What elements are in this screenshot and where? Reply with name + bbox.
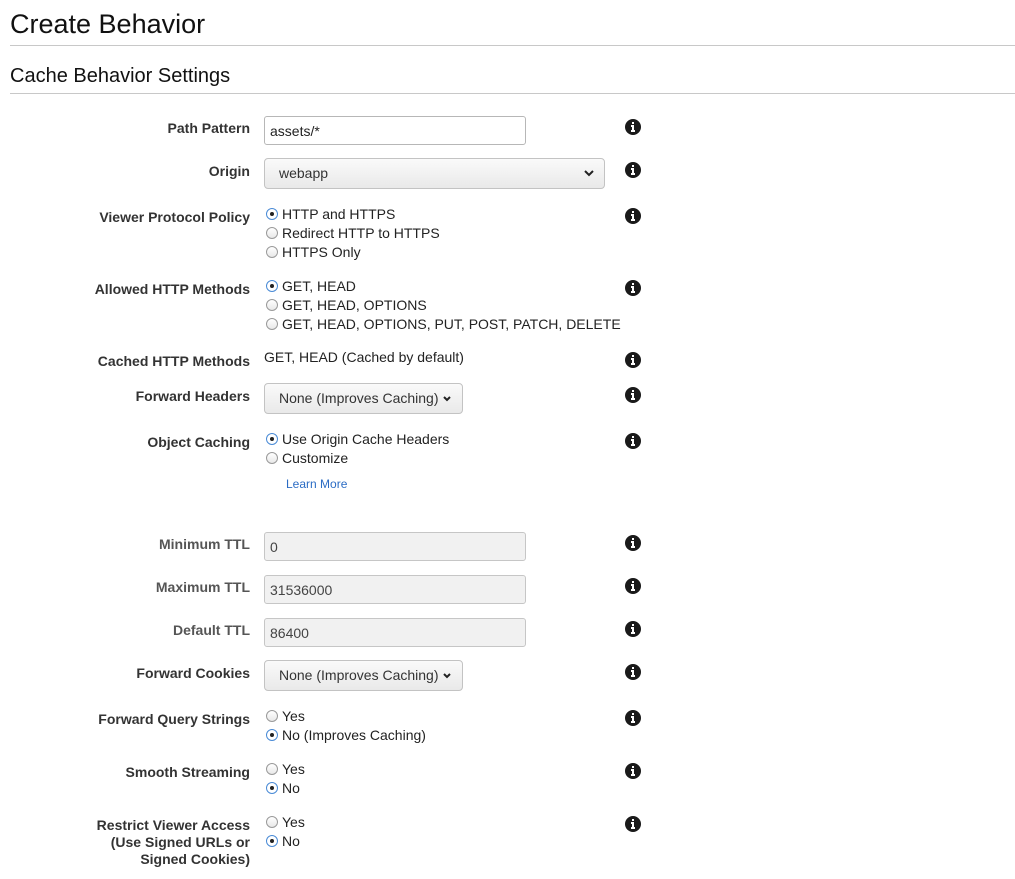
- info-icon[interactable]: [625, 280, 641, 296]
- radio-button[interactable]: [266, 227, 278, 239]
- default-ttl-label: Default TTL: [173, 622, 250, 638]
- smooth-streaming-group: Yes No: [266, 760, 305, 798]
- allowed-http-methods-group: GET, HEAD GET, HEAD, OPTIONS GET, HEAD, …: [266, 277, 621, 334]
- chevron-down-icon: [443, 396, 451, 402]
- viewer-protocol-policy-label: Viewer Protocol Policy: [99, 209, 250, 225]
- path-pattern-input[interactable]: assets/*: [264, 116, 526, 145]
- radio-option[interactable]: Yes: [266, 813, 305, 832]
- radio-option[interactable]: Customize: [266, 449, 449, 468]
- cached-http-methods-value: GET, HEAD (Cached by default): [264, 349, 464, 365]
- origin-select-value: webapp: [279, 165, 329, 181]
- radio-option[interactable]: No: [266, 832, 305, 851]
- radio-option[interactable]: Yes: [266, 707, 426, 726]
- smooth-streaming-label: Smooth Streaming: [125, 764, 250, 780]
- viewer-protocol-policy-group: HTTP and HTTPS Redirect HTTP to HTTPS HT…: [266, 205, 440, 262]
- restrict-viewer-access-group: Yes No: [266, 813, 305, 851]
- radio-button[interactable]: [266, 452, 278, 464]
- default-ttl-input[interactable]: 86400: [264, 618, 526, 647]
- cached-http-methods-label: Cached HTTP Methods: [97, 353, 250, 369]
- info-icon[interactable]: [625, 208, 641, 224]
- radio-option[interactable]: HTTP and HTTPS: [266, 205, 440, 224]
- forward-cookies-select[interactable]: None (Improves Caching): [264, 660, 463, 691]
- info-icon[interactable]: [625, 664, 641, 680]
- radio-button[interactable]: [266, 246, 278, 258]
- info-icon[interactable]: [625, 119, 641, 135]
- minimum-ttl-label: Minimum TTL: [159, 536, 250, 552]
- title-divider: [10, 45, 1015, 46]
- page-title: Create Behavior: [10, 9, 206, 39]
- allowed-http-methods-label: Allowed HTTP Methods: [94, 281, 250, 297]
- chevron-down-icon: [443, 673, 451, 679]
- info-icon[interactable]: [625, 433, 641, 449]
- section-divider: [10, 93, 1015, 94]
- radio-option[interactable]: GET, HEAD, OPTIONS: [266, 296, 621, 315]
- restrict-viewer-access-label: Restrict Viewer Access (Use Signed URLs …: [96, 817, 250, 867]
- object-caching-label: Object Caching: [147, 434, 250, 450]
- forward-query-strings-label: Forward Query Strings: [98, 711, 250, 727]
- path-pattern-label: Path Pattern: [167, 120, 250, 136]
- info-icon[interactable]: [625, 535, 641, 551]
- info-icon[interactable]: [625, 578, 641, 594]
- radio-button-checked[interactable]: [266, 280, 278, 292]
- origin-label: Origin: [208, 163, 250, 179]
- radio-option[interactable]: Redirect HTTP to HTTPS: [266, 224, 440, 243]
- radio-option[interactable]: Yes: [266, 760, 305, 779]
- origin-select[interactable]: webapp: [264, 158, 605, 189]
- minimum-ttl-input[interactable]: 0: [264, 532, 526, 561]
- radio-button-checked[interactable]: [266, 729, 278, 741]
- maximum-ttl-label: Maximum TTL: [155, 579, 250, 595]
- forward-cookies-label: Forward Cookies: [136, 665, 250, 681]
- radio-button-checked[interactable]: [266, 835, 278, 847]
- info-icon[interactable]: [625, 352, 641, 368]
- radio-button-checked[interactable]: [266, 208, 278, 220]
- section-title: Cache Behavior Settings: [10, 65, 231, 87]
- radio-button[interactable]: [266, 299, 278, 311]
- forward-headers-label: Forward Headers: [135, 388, 250, 404]
- radio-button-checked[interactable]: [266, 782, 278, 794]
- info-icon[interactable]: [625, 763, 641, 779]
- forward-query-strings-group: Yes No (Improves Caching): [266, 707, 426, 745]
- info-icon[interactable]: [625, 162, 641, 178]
- chevron-down-icon: [584, 170, 594, 177]
- object-caching-group: Use Origin Cache Headers Customize: [266, 430, 449, 468]
- info-icon[interactable]: [625, 387, 641, 403]
- radio-option[interactable]: No: [266, 779, 305, 798]
- radio-option[interactable]: Use Origin Cache Headers: [266, 430, 449, 449]
- radio-option[interactable]: GET, HEAD, OPTIONS, PUT, POST, PATCH, DE…: [266, 315, 621, 334]
- forward-cookies-select-value: None (Improves Caching): [279, 667, 439, 683]
- radio-button[interactable]: [266, 318, 278, 330]
- radio-button[interactable]: [266, 816, 278, 828]
- radio-button[interactable]: [266, 710, 278, 722]
- radio-option[interactable]: No (Improves Caching): [266, 726, 426, 745]
- forward-headers-select[interactable]: None (Improves Caching): [264, 383, 463, 414]
- info-icon[interactable]: [625, 621, 641, 637]
- info-icon[interactable]: [625, 816, 641, 832]
- radio-button-checked[interactable]: [266, 433, 278, 445]
- info-icon[interactable]: [625, 710, 641, 726]
- radio-button[interactable]: [266, 763, 278, 775]
- radio-option[interactable]: HTTPS Only: [266, 243, 440, 262]
- learn-more-link[interactable]: Learn More: [286, 477, 347, 492]
- maximum-ttl-input[interactable]: 31536000: [264, 575, 526, 604]
- radio-option[interactable]: GET, HEAD: [266, 277, 621, 296]
- forward-headers-select-value: None (Improves Caching): [279, 390, 439, 406]
